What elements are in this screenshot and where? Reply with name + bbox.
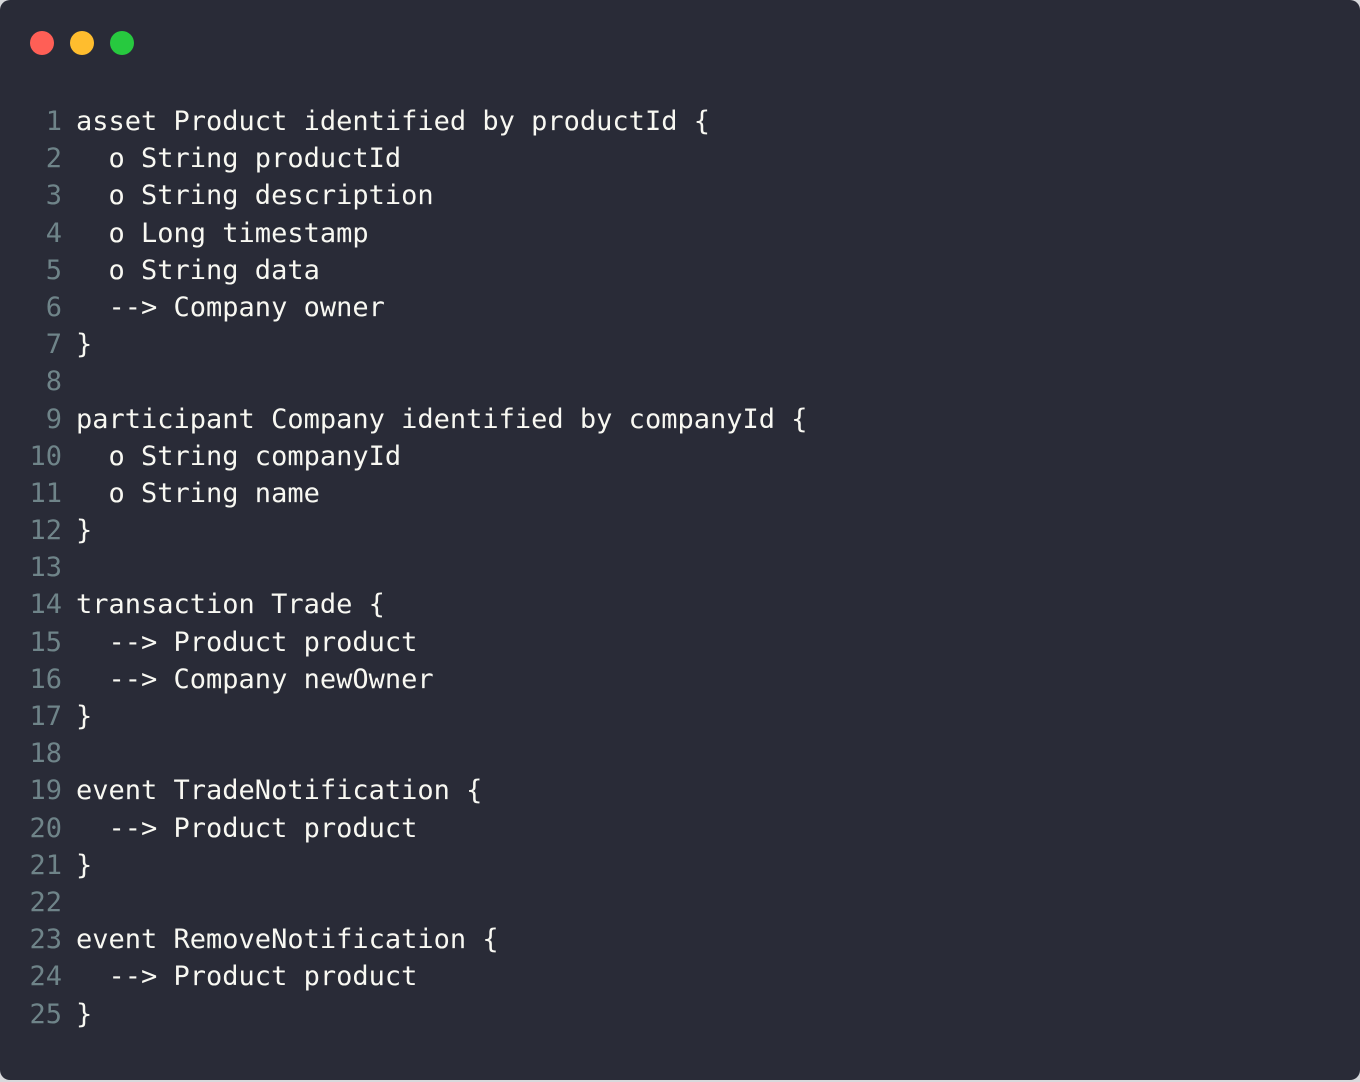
code-block: 1 asset Product identified by productId {…: [0, 103, 808, 1033]
line-number: 12: [29, 515, 62, 547]
code-text: --> Company owner: [76, 291, 385, 323]
line-number: 2: [45, 143, 62, 175]
line-number: 23: [29, 924, 62, 956]
code-text: o String description: [76, 180, 434, 212]
code-line: 14 transaction Trade {: [0, 586, 808, 623]
code-text: event TradeNotification {: [76, 775, 483, 807]
code-text: o String name: [76, 477, 320, 509]
code-line: 6 --> Company owner: [0, 289, 808, 326]
line-number: 5: [45, 254, 62, 286]
line-number: 6: [45, 291, 62, 323]
code-text: --> Product product: [76, 626, 418, 658]
code-line: 5 o String data: [0, 252, 808, 289]
window-controls: [30, 31, 134, 55]
line-number: 24: [29, 961, 62, 993]
code-text: }: [76, 998, 93, 1030]
code-text: transaction Trade {: [76, 589, 385, 621]
line-number: 16: [29, 663, 62, 695]
code-line: 8: [0, 363, 808, 400]
code-line: 16 --> Company newOwner: [0, 661, 808, 698]
close-dot-icon[interactable]: [30, 31, 54, 55]
code-text: }: [76, 849, 93, 881]
code-line: 22: [0, 884, 808, 921]
code-line: 7}: [0, 326, 808, 363]
code-line: 17}: [0, 698, 808, 735]
minimize-dot-icon[interactable]: [70, 31, 94, 55]
line-number: 8: [45, 366, 62, 398]
code-text: event RemoveNotification {: [76, 924, 499, 956]
code-text: participant Company identified by compan…: [76, 403, 808, 435]
line-number: 4: [45, 217, 62, 249]
line-number: 10: [29, 440, 62, 472]
code-line: 21}: [0, 847, 808, 884]
code-text: o Long timestamp: [76, 217, 369, 249]
code-line: 24 --> Product product: [0, 958, 808, 995]
line-number: 20: [29, 812, 62, 844]
code-line: 18: [0, 735, 808, 772]
code-line: 2 o String productId: [0, 140, 808, 177]
code-text: --> Product product: [76, 812, 418, 844]
code-text: o String data: [76, 254, 320, 286]
code-text: }: [76, 701, 93, 732]
line-number: 21: [29, 849, 62, 881]
code-line: 23 event RemoveNotification {: [0, 921, 808, 958]
line-number: 22: [29, 886, 62, 918]
maximize-dot-icon[interactable]: [110, 31, 134, 55]
code-text: o String companyId: [76, 440, 402, 472]
line-number: 17: [29, 701, 62, 732]
code-text: --> Company newOwner: [76, 663, 434, 695]
code-line: 12}: [0, 512, 808, 549]
code-line: 20 --> Product product: [0, 810, 808, 847]
line-number: 19: [29, 775, 62, 807]
code-text: o String productId: [76, 143, 402, 175]
line-number: 1: [45, 106, 62, 137]
line-number: 3: [45, 180, 62, 212]
code-line: 11 o String name: [0, 475, 808, 512]
code-line: 4 o Long timestamp: [0, 215, 808, 252]
code-line: 15 --> Product product: [0, 624, 808, 661]
code-line: 1 asset Product identified by productId {: [0, 103, 808, 140]
line-number: 15: [29, 626, 62, 658]
code-line: 25}: [0, 996, 808, 1033]
code-text: }: [76, 329, 93, 361]
code-window: 1 asset Product identified by productId {…: [0, 0, 1360, 1080]
code-line: 10 o String companyId: [0, 438, 808, 475]
code-line: 13: [0, 549, 808, 586]
line-number: 13: [29, 552, 62, 584]
line-number: 25: [29, 998, 62, 1030]
code-line: 19 event TradeNotification {: [0, 772, 808, 809]
code-line: 3 o String description: [0, 177, 808, 214]
code-line: 9 participant Company identified by compa…: [0, 401, 808, 438]
line-number: 18: [29, 738, 62, 770]
code-text: --> Product product: [76, 961, 418, 993]
line-number: 14: [29, 589, 62, 621]
line-number: 11: [29, 477, 62, 509]
code-text: asset Product identified by productId {: [76, 106, 710, 137]
code-text: }: [76, 515, 93, 547]
line-number: 9: [45, 403, 62, 435]
line-number: 7: [45, 329, 62, 361]
